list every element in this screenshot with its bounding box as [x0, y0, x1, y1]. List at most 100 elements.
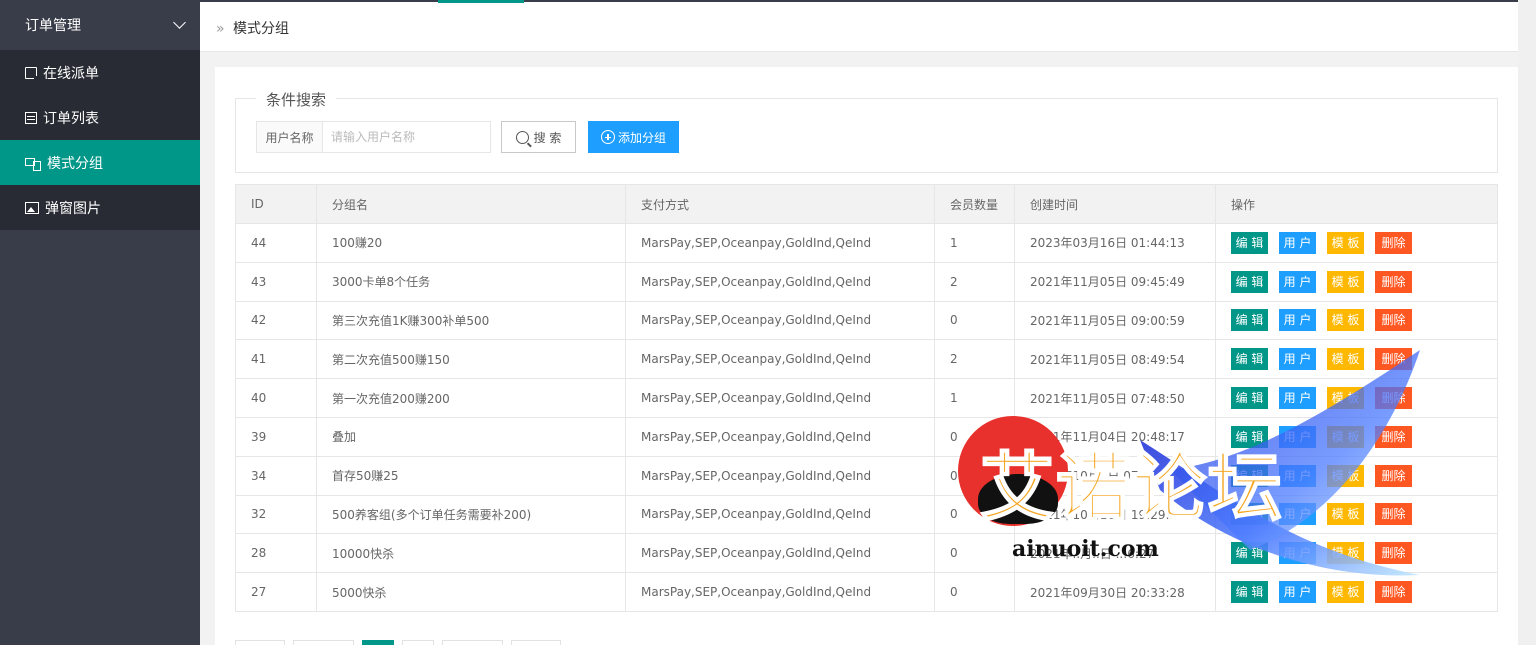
template-button[interactable]: 模 板 [1327, 270, 1364, 293]
table-row: 34 首存50赚25 MarsPay,SEP,Oceanpay,GoldInd,Qe… [235, 455, 1498, 496]
cell-actions: 编 辑用 户模 板删除 [1215, 494, 1498, 535]
edit-button[interactable]: 编 辑 [1231, 387, 1268, 410]
user-button[interactable]: 用 户 [1279, 542, 1316, 565]
delete-button[interactable]: 删除 [1375, 581, 1412, 604]
username-label: 用户名称 [257, 122, 323, 152]
edit-button[interactable]: 编 辑 [1231, 270, 1268, 293]
cell-payment-methods: MarsPay,SEP,Oceanpay,GoldInd,QeInd [625, 339, 935, 380]
edit-button[interactable]: 编 辑 [1231, 425, 1268, 448]
cell-id: 27 [235, 572, 317, 612]
user-button[interactable]: 用 户 [1279, 231, 1316, 254]
edit-button[interactable]: 编 辑 [1231, 348, 1268, 371]
row-actions: 编 辑用 户模 板删除 [1231, 231, 1482, 254]
cell-actions: 编 辑用 户模 板删除 [1215, 339, 1498, 380]
delete-button[interactable]: 删除 [1375, 464, 1412, 487]
header-payment-methods[interactable]: 支付方式 [625, 184, 935, 224]
header-id[interactable]: ID [235, 184, 317, 224]
sidebar-submenu: 在线派单 订单列表 模式分组 弹窗图片 [0, 50, 200, 230]
edit-button[interactable]: 编 辑 [1231, 309, 1268, 332]
template-button[interactable]: 模 板 [1327, 231, 1364, 254]
active-tab-indicator [438, 0, 524, 3]
row-actions: 编 辑用 户模 板删除 [1231, 425, 1482, 448]
cell-id: 43 [235, 261, 317, 302]
sidebar-item-mode-group[interactable]: 模式分组 [0, 140, 200, 185]
right-gutter [1518, 0, 1536, 645]
sidebar-item-order-list[interactable]: 订单列表 [0, 95, 200, 140]
header-group-name[interactable]: 分组名 [316, 184, 626, 224]
document-icon [25, 66, 38, 80]
cell-group-name: 5000快杀 [316, 572, 626, 612]
header-member-count[interactable]: 会员数量 [934, 184, 1015, 224]
add-group-label: 添加分组 [617, 130, 666, 145]
user-button[interactable]: 用 户 [1279, 464, 1316, 487]
user-button[interactable]: 用 户 [1279, 387, 1316, 410]
user-button[interactable]: 用 户 [1279, 581, 1316, 604]
pagination-next[interactable] [442, 640, 503, 645]
cell-created-time: 2021年11月05日 09:45:49 [1014, 261, 1216, 302]
group-table: ID 分组名 支付方式 会员数量 创建时间 操作 44 100赚20 MarsPay… [235, 184, 1498, 612]
cell-actions: 编 辑用 户模 板删除 [1215, 300, 1498, 341]
template-button[interactable]: 模 板 [1327, 425, 1364, 448]
delete-button[interactable]: 删除 [1375, 348, 1412, 371]
edit-button[interactable]: 编 辑 [1231, 231, 1268, 254]
edit-button[interactable]: 编 辑 [1231, 581, 1268, 604]
cell-created-time: 2021年11月05日 07:48:50 [1014, 378, 1216, 418]
sidebar-item-popup-image[interactable]: 弹窗图片 [0, 185, 200, 230]
cell-actions: 编 辑用 户模 板删除 [1215, 416, 1498, 457]
edit-button[interactable]: 编 辑 [1231, 464, 1268, 487]
user-button[interactable]: 用 户 [1279, 425, 1316, 448]
sidebar: 订单管理 在线派单 订单列表 模式分组 弹窗图片 [0, 0, 200, 645]
row-actions: 编 辑用 户模 板删除 [1231, 503, 1482, 526]
cell-id: 44 [235, 223, 317, 263]
delete-button[interactable]: 删除 [1375, 503, 1412, 526]
template-button[interactable]: 模 板 [1327, 387, 1364, 410]
template-button[interactable]: 模 板 [1327, 309, 1364, 332]
search-button-label: 搜 索 [533, 130, 562, 145]
pagination-first[interactable] [235, 640, 285, 645]
sidebar-item-online-dispatch[interactable]: 在线派单 [0, 50, 200, 95]
pagination-prev[interactable] [293, 640, 354, 645]
table-row: 44 100赚20 MarsPay,SEP,Oceanpay,GoldInd,QeI… [235, 223, 1498, 263]
cell-group-name: 第二次充值500赚150 [316, 339, 626, 380]
template-button[interactable]: 模 板 [1327, 503, 1364, 526]
delete-button[interactable]: 删除 [1375, 270, 1412, 293]
cell-member-count: 2 [934, 339, 1015, 380]
cell-created-time: 2021年11月05日 08:49:54 [1014, 339, 1216, 380]
cell-payment-methods: MarsPay,SEP,Oceanpay,GoldInd,QeInd [625, 223, 935, 263]
edit-button[interactable]: 编 辑 [1231, 542, 1268, 565]
sidebar-group-order-management[interactable]: 订单管理 [0, 0, 200, 50]
edit-button[interactable]: 编 辑 [1231, 503, 1268, 526]
cell-actions: 编 辑用 户模 板删除 [1215, 223, 1498, 263]
template-button[interactable]: 模 板 [1327, 581, 1364, 604]
username-search-input[interactable] [323, 122, 490, 152]
delete-button[interactable]: 删除 [1375, 425, 1412, 448]
delete-button[interactable]: 删除 [1375, 309, 1412, 332]
pagination-page[interactable] [402, 640, 434, 645]
cell-group-name: 500养客组(多个订单任务需要补200) [316, 494, 626, 535]
row-actions: 编 辑用 户模 板删除 [1231, 464, 1482, 487]
cell-created-time: 2021年10月..日 07:..:.. [1014, 455, 1216, 496]
template-button[interactable]: 模 板 [1327, 542, 1364, 565]
cell-member-count: 0 [934, 572, 1015, 612]
cell-member-count: 0 [934, 455, 1015, 496]
user-button[interactable]: 用 户 [1279, 348, 1316, 371]
image-icon [25, 201, 39, 214]
user-button[interactable]: 用 户 [1279, 270, 1316, 293]
cell-actions: 编 辑用 户模 板删除 [1215, 572, 1498, 612]
delete-button[interactable]: 删除 [1375, 542, 1412, 565]
user-button[interactable]: 用 户 [1279, 503, 1316, 526]
search-button[interactable]: 搜 索 [501, 121, 576, 153]
cell-group-name: 首存50赚25 [316, 455, 626, 496]
add-group-button[interactable]: 添加分组 [588, 121, 679, 153]
template-button[interactable]: 模 板 [1327, 464, 1364, 487]
cell-id: 32 [235, 494, 317, 535]
row-actions: 编 辑用 户模 板删除 [1231, 581, 1482, 604]
delete-button[interactable]: 删除 [1375, 387, 1412, 410]
delete-button[interactable]: 删除 [1375, 231, 1412, 254]
user-button[interactable]: 用 户 [1279, 309, 1316, 332]
header-created-time[interactable]: 创建时间 [1014, 184, 1216, 224]
template-button[interactable]: 模 板 [1327, 348, 1364, 371]
pagination-current-page[interactable] [362, 640, 394, 645]
sidebar-item-label: 订单列表 [43, 110, 99, 127]
pagination-last[interactable] [511, 640, 561, 645]
